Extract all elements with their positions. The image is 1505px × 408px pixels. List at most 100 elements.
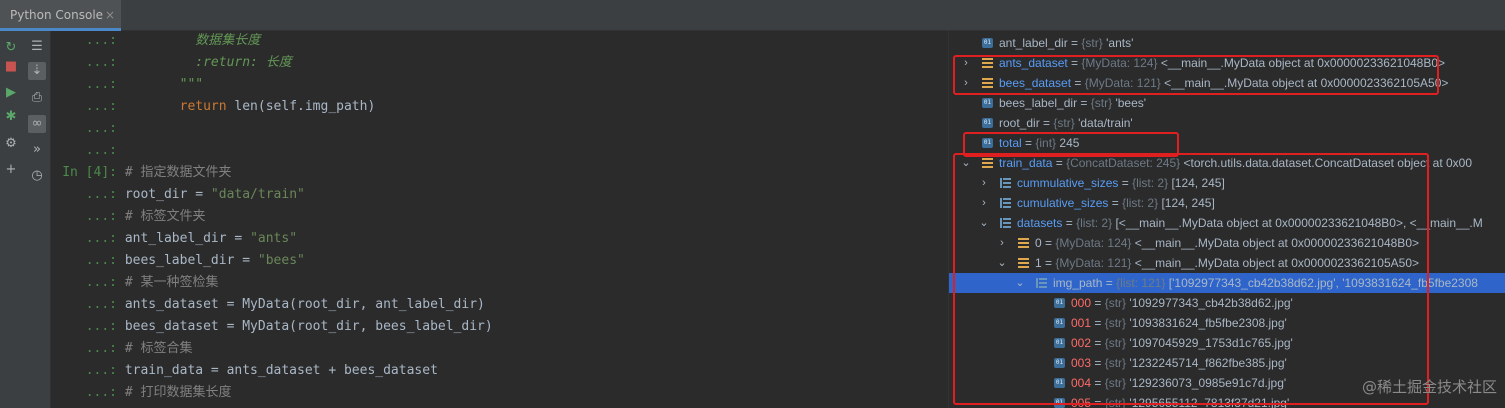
variable-type: {ConcatDataset: 245}	[1066, 156, 1181, 170]
variable-value: '129236073_0985e91c7d.jpg'	[1129, 376, 1287, 390]
expand-arrow-icon[interactable]: ›	[978, 193, 990, 213]
variable-row[interactable]: › cummulative_sizes = {list: 2} [124, 245…	[949, 173, 1505, 193]
console-toolbar-right: ☰ ⇣ ⎙ ∞ » ◷	[23, 31, 51, 408]
variable-type: {list: 2}	[1122, 196, 1159, 210]
close-tab-icon[interactable]: ×	[105, 0, 115, 30]
console-output[interactable]: ...: 数据集长度...: :return: 长度...: """...: r…	[51, 31, 948, 408]
show-variables-icon[interactable]: ∞	[28, 115, 46, 133]
tab-python-console[interactable]: Python Console ×	[0, 0, 121, 31]
variable-row[interactable]: ⌄ datasets = {list: 2} [<__main__.MyData …	[949, 213, 1505, 233]
console-prompt: ...:	[85, 385, 117, 400]
list-icon	[1000, 198, 1011, 208]
expand-arrow-icon[interactable]: ›	[996, 233, 1008, 253]
collapse-arrow-icon[interactable]: ⌄	[960, 153, 972, 173]
code-token: """	[117, 77, 204, 92]
variable-row[interactable]: ⌄ train_data = {ConcatDataset: 245} <torc…	[949, 153, 1505, 173]
debug-icon[interactable]: ✱	[2, 108, 20, 126]
variable-row[interactable]: 01 001 = {str} '1093831624_fb5fbe2308.jpg…	[949, 313, 1505, 333]
variable-name: ants_dataset	[999, 56, 1068, 70]
console-prompt: ...:	[85, 341, 117, 356]
console-line: ...: bees_dataset = MyData(root_dir, bee…	[51, 316, 493, 338]
variable-name: total	[999, 136, 1022, 150]
tab-title: Python Console	[10, 8, 104, 22]
code-token: "bees"	[257, 253, 305, 268]
console-prompt: ...:	[85, 231, 117, 246]
variable-value: [124, 245]	[1161, 196, 1215, 210]
console-toolbar-left: ↻ ■ ▶ ✱ ⚙ +	[0, 31, 23, 408]
variable-value: '1295655112_7813f37d21.jpg'	[1129, 396, 1290, 408]
variable-row[interactable]: › cumulative_sizes = {list: 2} [124, 245]	[949, 193, 1505, 213]
history-icon[interactable]: ◷	[28, 167, 46, 185]
rerun-icon[interactable]: ↻	[2, 39, 20, 57]
console-prompt: ...:	[85, 297, 117, 312]
code-token: root_dir =	[117, 187, 211, 202]
code-token: :return: 长度	[117, 55, 292, 70]
variable-type: {list: 2}	[1132, 176, 1169, 190]
code-token: # 某一种签检集	[117, 275, 219, 290]
variable-row[interactable]: 01 000 = {str} '1092977343_cb42b38d62.jpg…	[949, 293, 1505, 313]
field-icon: 01	[1054, 298, 1065, 308]
variable-value: <__main__.MyData object at 0x00000233621…	[1134, 256, 1419, 270]
collapse-arrow-icon[interactable]: ⌄	[996, 253, 1008, 273]
variable-value: <__main__.MyData object at 0x00000233621…	[1164, 76, 1449, 90]
variable-type: {str}	[1104, 376, 1127, 390]
collapse-arrow-icon[interactable]: ⌄	[978, 213, 990, 233]
field-icon: 01	[1054, 358, 1065, 368]
variable-type: {str}	[1104, 396, 1127, 408]
console-prompt: In [4]:	[62, 165, 117, 180]
field-icon: 01	[1054, 338, 1065, 348]
console-prompt: ...:	[85, 275, 117, 290]
variable-name: 002	[1071, 336, 1092, 350]
variable-row[interactable]: 01 ant_label_dir = {str} 'ants'	[949, 33, 1505, 53]
variable-row[interactable]: 01 total = {int} 245	[949, 133, 1505, 153]
variable-value: '1232245714_f862fbe385.jpg'	[1129, 356, 1287, 370]
variable-row[interactable]: 01 bees_label_dir = {str} 'bees'	[949, 93, 1505, 113]
print-icon[interactable]: ⎙	[28, 89, 46, 107]
stop-icon[interactable]: ■	[2, 58, 20, 76]
expand-arrow-icon[interactable]: ›	[960, 73, 972, 93]
variable-type: {list: 2}	[1076, 216, 1113, 230]
variable-name: 1	[1035, 256, 1042, 270]
expand-arrow-icon[interactable]: ›	[978, 173, 990, 193]
variable-name: cummulative_sizes	[1017, 176, 1119, 190]
variable-type: {str}	[1104, 336, 1127, 350]
variable-value: '1097045929_1753d1c765.jpg'	[1129, 336, 1293, 350]
code-token: # 标签合集	[117, 341, 193, 356]
variable-row[interactable]: › 0 = {MyData: 124} <__main__.MyData obje…	[949, 233, 1505, 253]
code-token: # 标签文件夹	[117, 209, 206, 224]
console-prompt: ...:	[85, 319, 117, 334]
variable-row[interactable]: › ants_dataset = {MyData: 124} <__main__.…	[949, 53, 1505, 73]
console-line: ...: # 标签文件夹	[51, 206, 206, 228]
code-token: # 指定数据文件夹	[117, 165, 232, 180]
variable-row[interactable]: ⌄ img_path = {list: 121} ['1092977343_cb4…	[949, 273, 1505, 293]
variable-row[interactable]: 01 002 = {str} '1097045929_1753d1c765.jpg…	[949, 333, 1505, 353]
variable-row[interactable]: ⌄ 1 = {MyData: 121} <__main__.MyData obje…	[949, 253, 1505, 273]
variable-row[interactable]: 01 003 = {str} '1232245714_f862fbe385.jpg…	[949, 353, 1505, 373]
variable-type: {int}	[1035, 136, 1057, 150]
variable-name: cumulative_sizes	[1017, 196, 1109, 210]
variable-name: bees_label_dir	[999, 96, 1078, 110]
soft-wrap-icon[interactable]: ☰	[28, 38, 46, 56]
add-icon[interactable]: +	[2, 161, 20, 179]
console-prompt: ...:	[85, 253, 117, 268]
collapse-arrow-icon[interactable]: ⌄	[1014, 273, 1026, 293]
console-line: ...: ant_label_dir = "ants"	[51, 228, 297, 250]
more-icon[interactable]: »	[28, 141, 46, 159]
settings-icon[interactable]: ⚙	[2, 135, 20, 153]
variable-type: {str}	[1081, 36, 1103, 50]
variable-type: {str}	[1104, 356, 1127, 370]
console-prompt: ...:	[85, 55, 117, 70]
variable-row[interactable]: 01 root_dir = {str} 'data/train'	[949, 113, 1505, 133]
variable-row[interactable]: › bees_dataset = {MyData: 121} <__main__.…	[949, 73, 1505, 93]
scroll-to-end-icon[interactable]: ⇣	[28, 62, 46, 80]
variable-value: <__main__.MyData object at 0x00000233621…	[1160, 56, 1446, 70]
variable-name: 003	[1071, 356, 1092, 370]
console-line: ...: train_data = ants_dataset + bees_da…	[51, 360, 438, 382]
run-icon[interactable]: ▶	[2, 84, 20, 102]
field-icon: 01	[982, 138, 993, 148]
console-prompt: ...:	[85, 209, 117, 224]
console-line: ...: bees_label_dir = "bees"	[51, 250, 305, 272]
field-icon: 01	[1054, 398, 1065, 408]
expand-arrow-icon[interactable]: ›	[960, 53, 972, 73]
variable-name: 0	[1035, 236, 1042, 250]
